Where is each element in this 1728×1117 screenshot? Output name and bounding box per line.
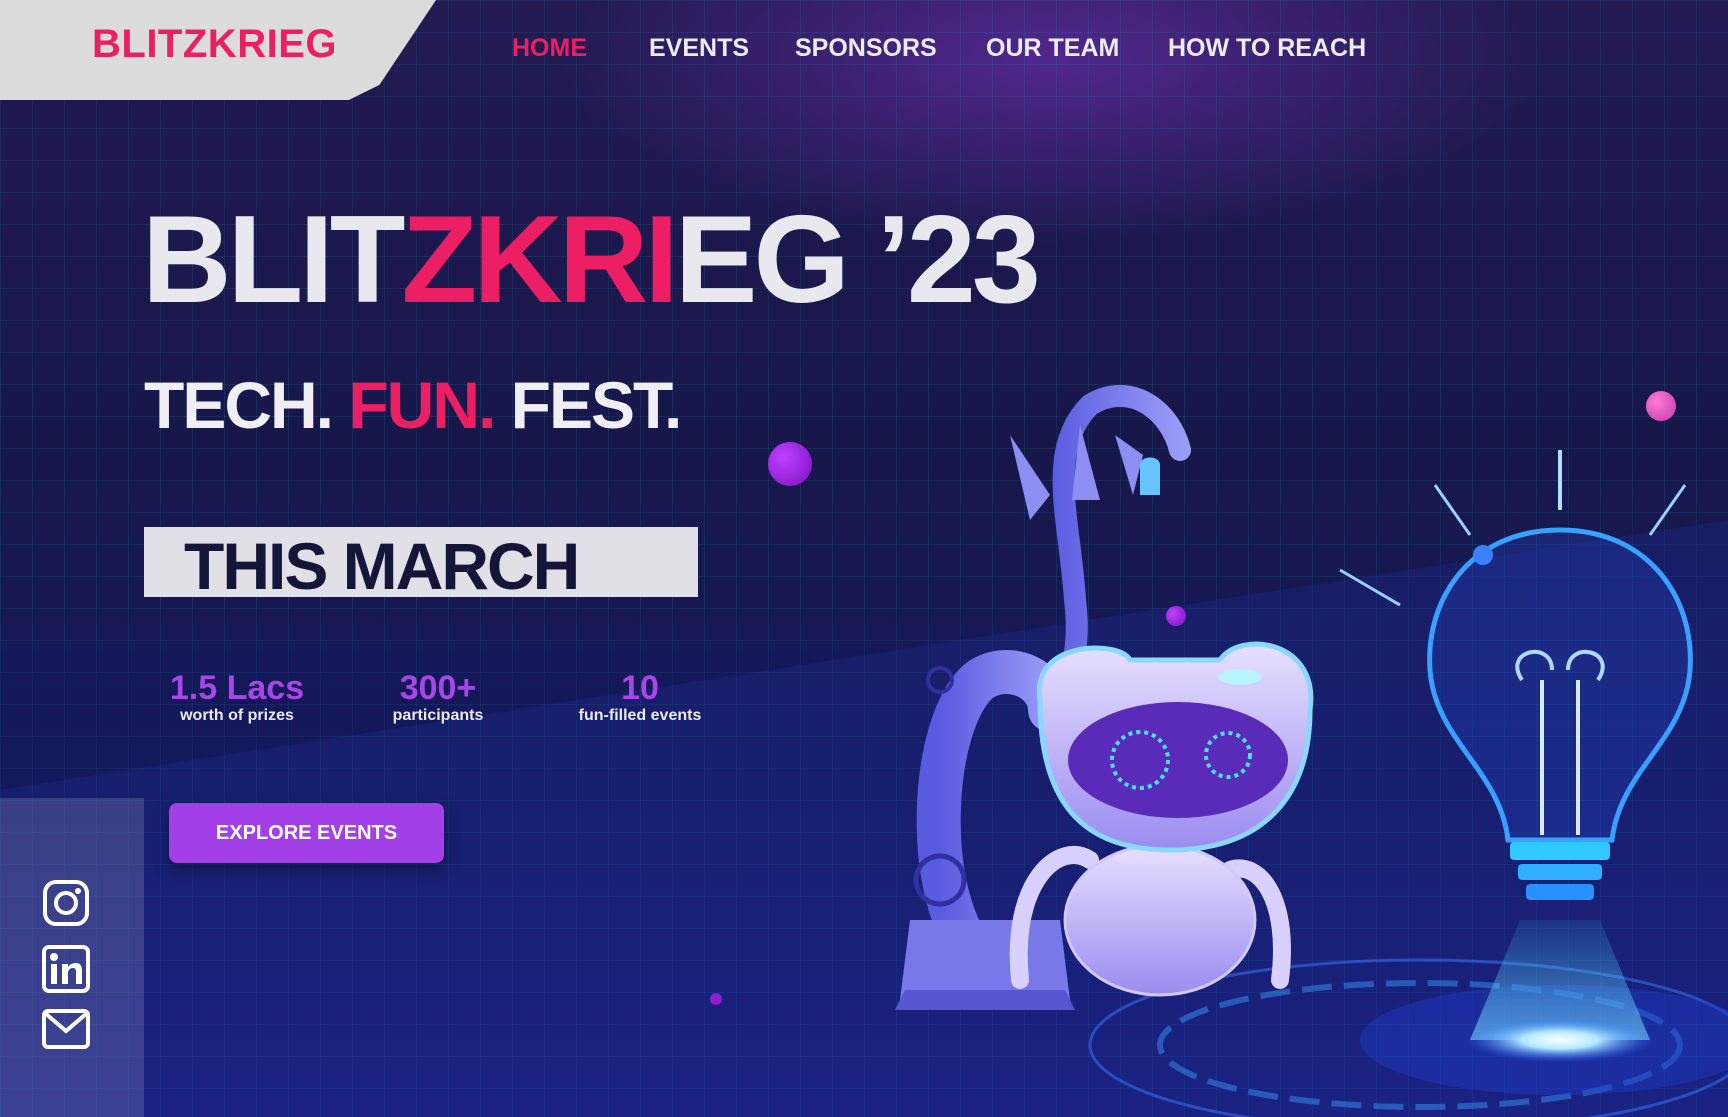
decorative-orb: [768, 442, 812, 486]
hero-title-part1: BLIT: [142, 191, 405, 329]
instagram-icon[interactable]: [42, 879, 90, 927]
hero-title-part3: EG ’23: [674, 191, 1041, 329]
nav-item-how-to-reach[interactable]: HOW TO REACH: [1168, 34, 1366, 63]
tagline-tech: TECH.: [144, 368, 334, 442]
hero-tagline: TECH. FUN. FEST.: [144, 372, 682, 438]
tagline-fest: FEST.: [510, 368, 683, 442]
stat-participants: 300+ participants: [378, 669, 498, 725]
nav-item-home[interactable]: HOME: [512, 34, 587, 63]
nav-item-sponsors[interactable]: SPONSORS: [795, 34, 937, 63]
stat-label: worth of prizes: [180, 707, 294, 725]
hero-title: BLITZKRIEG ’23: [142, 198, 1041, 322]
date-highlight-text: THIS MARCH: [184, 529, 580, 603]
nav-item-our-team[interactable]: OUR TEAM: [986, 34, 1119, 63]
robot-illustration: [895, 384, 1728, 1117]
decorative-orb: [710, 993, 722, 1005]
tagline-fun: FUN.: [348, 368, 496, 442]
stat-value: 10: [621, 669, 659, 707]
date-highlight-box: THIS MARCH: [144, 527, 698, 603]
stat-value: 300+: [399, 669, 477, 707]
stat-label: participants: [392, 707, 484, 725]
nav-item-events[interactable]: EVENTS: [649, 34, 749, 63]
explore-events-button[interactable]: EXPLORE EVENTS: [169, 803, 444, 863]
stat-events: 10 fun-filled events: [570, 669, 710, 725]
mail-icon[interactable]: [42, 1009, 90, 1049]
brand-logo[interactable]: BLITZKRIEG: [92, 22, 337, 67]
hero-title-part2: ZKRI: [401, 191, 679, 329]
stat-prizes: 1.5 Lacs worth of prizes: [162, 669, 312, 725]
linkedin-icon[interactable]: [42, 945, 90, 993]
stat-value: 1.5 Lacs: [169, 669, 305, 707]
stat-label: fun-filled events: [578, 707, 702, 725]
